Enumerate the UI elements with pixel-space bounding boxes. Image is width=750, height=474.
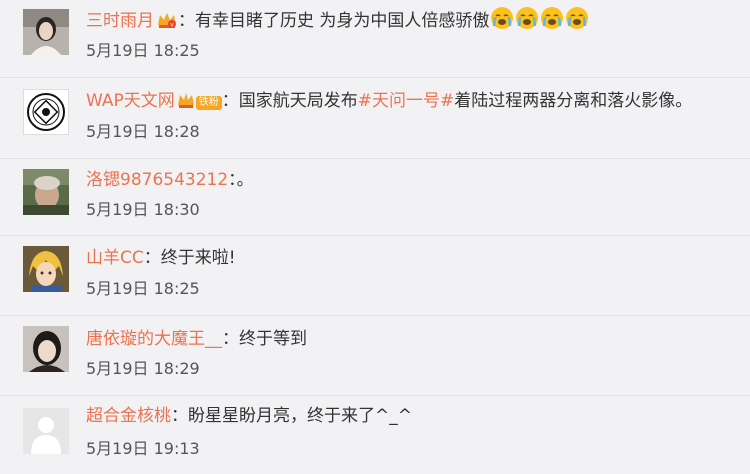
- comment-text: 终于来啦!: [160, 248, 236, 268]
- comment-line: 洛锶9876543212：。: [86, 170, 254, 190]
- comment-time: 5月19日 18:30: [86, 200, 200, 219]
- avatar[interactable]: [23, 408, 69, 454]
- comment-text: 。: [236, 170, 254, 190]
- avatar[interactable]: [23, 326, 69, 372]
- avatar[interactable]: [23, 89, 69, 135]
- username-link[interactable]: 唐依璇的大魔王__: [86, 329, 222, 349]
- crying-emoji-icon: [490, 6, 514, 37]
- comment-list: 三时雨月 v ：有幸目睹了历史 为身为中国人倍感骄傲 5月19日 18:25 WAP…: [0, 0, 750, 474]
- comment-text: 终于等到: [239, 329, 307, 349]
- avatar[interactable]: [23, 169, 69, 215]
- username-link[interactable]: 三时雨月: [86, 11, 154, 31]
- comment-time: 5月19日 18:28: [86, 122, 200, 141]
- crying-emoji-icon: [515, 6, 539, 37]
- topic-link[interactable]: #天问一号#: [358, 91, 455, 111]
- comment-item: WAP天文网 铁粉 ：国家航天局发布#天问一号#着陆过程两器分离和落火影像。 5月1…: [0, 78, 750, 159]
- comment-text: 有幸目睹了历史 为身为中国人倍感骄傲: [195, 11, 490, 31]
- vip-crown-icon: v: [156, 11, 178, 36]
- comment-time: 5月19日 18:25: [86, 41, 200, 60]
- comment-item: 唐依璇的大魔王__：终于等到 5月19日 18:29: [0, 316, 750, 396]
- avatar[interactable]: [23, 246, 69, 292]
- comment-time: 5月19日 19:13: [86, 439, 200, 458]
- comment-line: 三时雨月 v ：有幸目睹了历史 为身为中国人倍感骄傲: [86, 6, 589, 37]
- avatar[interactable]: [23, 9, 69, 55]
- comment-line: WAP天文网 铁粉 ：国家航天局发布#天问一号#着陆过程两器分离和落火影像。: [86, 89, 692, 116]
- svg-text:v: v: [170, 22, 174, 29]
- comment-time: 5月19日 18:29: [86, 359, 200, 378]
- comment-item: 三时雨月 v ：有幸目睹了历史 为身为中国人倍感骄傲 5月19日 18:25: [0, 0, 750, 78]
- crying-emoji-icon: [540, 6, 564, 37]
- vip-crown-icon: [177, 91, 195, 116]
- fan-badge: 铁粉: [195, 96, 222, 110]
- username-link[interactable]: 洛锶9876543212: [86, 170, 228, 190]
- comment-text: 盼星星盼月亮，终于来了^_^: [188, 406, 412, 426]
- comment-item: 洛锶9876543212：。 5月19日 18:30: [0, 159, 750, 236]
- comment-item: 山羊CC：终于来啦! 5月19日 18:25: [0, 236, 750, 316]
- comment-time: 5月19日 18:25: [86, 279, 200, 298]
- comment-line: 山羊CC：终于来啦!: [86, 248, 236, 268]
- comment-item: 超合金核桃：盼星星盼月亮，终于来了^_^ 5月19日 19:13: [0, 396, 750, 474]
- username-link[interactable]: WAP天文网: [86, 91, 175, 111]
- crying-emoji-icon: [565, 6, 589, 37]
- username-link[interactable]: 山羊CC: [86, 248, 144, 268]
- comment-line: 超合金核桃：盼星星盼月亮，终于来了^_^: [86, 406, 412, 426]
- username-link[interactable]: 超合金核桃: [86, 406, 171, 426]
- comment-line: 唐依璇的大魔王__：终于等到: [86, 329, 307, 349]
